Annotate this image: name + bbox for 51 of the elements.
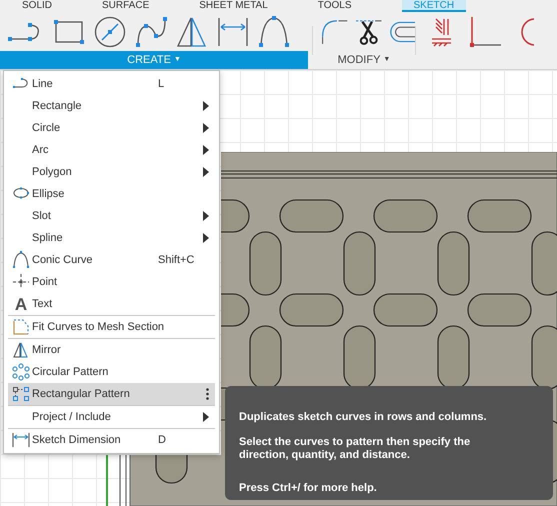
shortcut-label: Shift+C (158, 252, 194, 268)
ribbon-tab[interactable]: SURFACE (102, 0, 150, 12)
perpendicular-icon[interactable] (470, 16, 502, 48)
conic-icon (12, 251, 30, 269)
spline-tool-icon[interactable] (135, 16, 167, 48)
menu-item[interactable]: Circular Pattern (8, 361, 215, 383)
menu-item[interactable]: Line L (8, 73, 215, 95)
rectangular-pattern-icon (12, 385, 30, 403)
rectangle-tool-icon[interactable] (53, 18, 85, 44)
fix-constraint-icon[interactable] (430, 17, 452, 47)
submenu-arrow-icon (203, 211, 209, 221)
tooltip-text: Duplicates sketch curves in rows and columns. (239, 411, 488, 424)
conic-tool-icon[interactable] (258, 16, 290, 48)
submenu-arrow-icon (203, 123, 209, 133)
menu-item[interactable]: Spline (8, 227, 215, 249)
submenu-arrow-icon (203, 167, 209, 177)
mirror-tool-icon[interactable] (176, 16, 208, 48)
menu-item[interactable]: Rectangle (8, 95, 215, 117)
submenu-arrow-icon (203, 412, 209, 422)
dimension-icon (12, 431, 30, 449)
dimension-tool-icon[interactable] (217, 16, 249, 48)
shortcut-label: D (158, 432, 166, 448)
menu-item[interactable]: Rectangular Pattern (8, 383, 215, 405)
circle-constraint-icon[interactable] (520, 17, 534, 47)
ribbon-tab[interactable]: SOLID (22, 0, 52, 12)
menu-item[interactable]: Arc (8, 139, 215, 161)
menu-item[interactable]: Point (8, 271, 215, 293)
menu-item[interactable]: Fit Curves to Mesh Section (8, 315, 215, 338)
submenu-arrow-icon (203, 145, 209, 155)
more-icon[interactable] (206, 388, 209, 400)
menu-item[interactable]: Project / Include (8, 405, 215, 428)
circular-pattern-icon (12, 363, 30, 381)
menu-item[interactable]: Ellipse (8, 183, 215, 205)
fit-curve-icon (12, 318, 30, 336)
menu-item[interactable]: Sketch Dimension D (8, 428, 215, 451)
ribbon-tab[interactable]: SHEET METAL (199, 0, 268, 12)
submenu-arrow-icon (203, 233, 209, 243)
submenu-arrow-icon (203, 101, 209, 111)
text-tool-icon: A (14, 296, 28, 312)
tooltip-text: Select the curves to pattern then specify the direction, quantity, and distance. (239, 436, 472, 462)
menu-item[interactable]: A Text (8, 293, 215, 315)
menu-item[interactable]: Conic Curve Shift+C (8, 249, 215, 271)
tooltip-text: Press Ctrl+/ for more help. (239, 482, 378, 495)
menu-item[interactable]: Mirror (8, 338, 215, 361)
menu-item[interactable]: Polygon (8, 161, 215, 183)
menu-item[interactable]: Circle (8, 117, 215, 139)
menu-item[interactable]: Slot (8, 205, 215, 227)
ribbon-tab[interactable]: TOOLS (318, 0, 352, 12)
mirror-icon (12, 341, 30, 359)
circle-tool-icon[interactable] (94, 16, 126, 48)
shortcut-label: L (158, 76, 164, 92)
